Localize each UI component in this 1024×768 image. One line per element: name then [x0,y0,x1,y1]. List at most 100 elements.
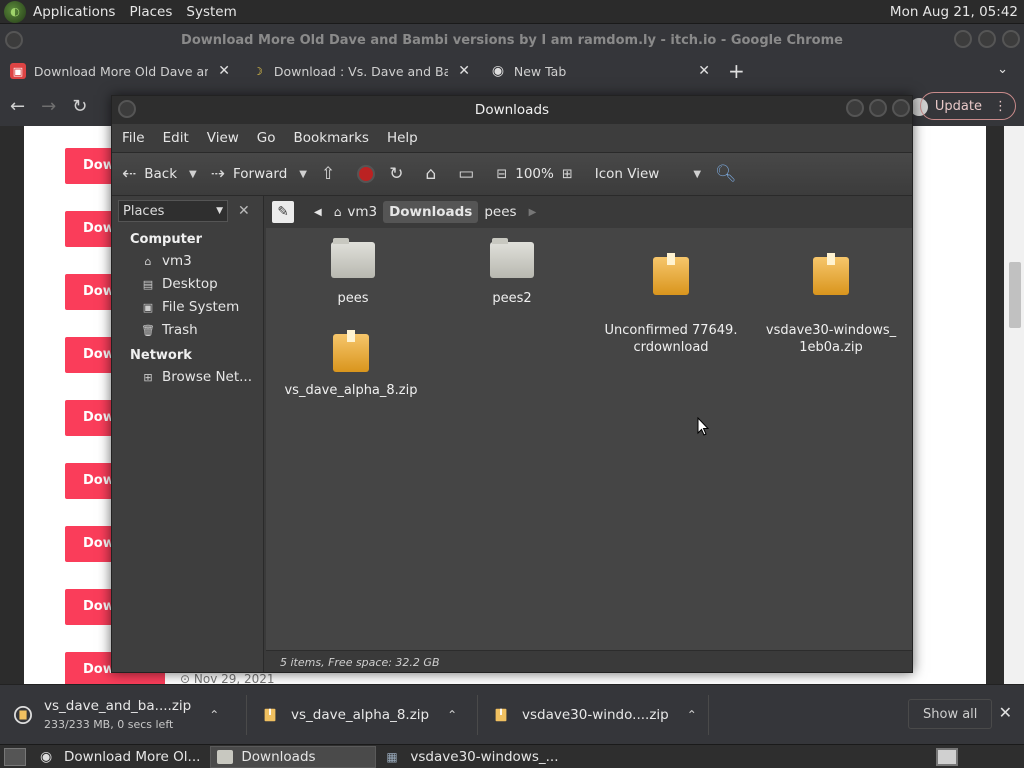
path-segment-downloads[interactable]: Downloads [383,201,479,223]
desktop-folder-icon: ▤ [142,277,154,291]
search-button[interactable]: 🔍︎ [715,164,745,184]
download-item[interactable]: vsdave30-windo....zip ⌃ [478,685,698,745]
back-arrow-icon[interactable]: ← [10,96,25,117]
drive-icon: ▣ [142,300,154,314]
applications-menu[interactable]: Applications [26,4,122,20]
menu-help[interactable]: Help [381,130,424,146]
file-item-pees2[interactable]: pees2 [437,238,587,307]
zoom-control[interactable]: ⊟ 100% ⊞ [496,166,580,182]
close-shelf-icon[interactable]: ✕ [999,703,1012,722]
sidebar-item-desktop[interactable]: ▤ Desktop [112,273,263,296]
path-scroll-left-icon[interactable]: ◀ [308,201,328,223]
tab-download-vs-dave[interactable]: ☽ Download : Vs. Dave and Bamb ✕ [240,56,480,86]
sidebar-item-browse-network[interactable]: ⊞ Browse Net... [112,366,263,389]
fm-minimize-button[interactable] [846,99,864,117]
zoom-out-icon[interactable]: ⊟ [496,167,507,182]
path-segment-vm3[interactable]: ⌂ vm3 [328,201,383,223]
path-segment-pees[interactable]: pees [478,201,522,223]
zoom-in-icon[interactable]: ⊞ [562,167,573,182]
fm-close-button[interactable] [892,99,910,117]
chevron-up-icon[interactable]: ⌃ [209,708,219,722]
path-scroll-right-icon[interactable]: ▶ [523,201,543,223]
fm-title: Downloads [474,102,550,118]
menu-edit[interactable]: Edit [157,130,195,146]
sidebar-item-trash[interactable]: 🗑︎ Trash [112,319,263,342]
close-window-button[interactable] [1002,30,1020,48]
taskbar-item-downloads[interactable]: Downloads [210,745,377,768]
sidebar-item-label: Browse Net... [162,369,253,385]
reload-button[interactable]: ↻ [389,164,411,184]
chrome-menu-icon[interactable]: ⋮ [994,99,1007,114]
up-button[interactable]: ⇧ [321,164,343,184]
show-all-button[interactable]: Show all [908,699,993,729]
menu-view[interactable]: View [201,130,245,146]
taskbar-item-archive[interactable]: ▦ vsdave30-windows_... [380,746,564,768]
scrollbar-thumb[interactable] [1009,262,1021,328]
forward-button[interactable]: ⇢ Forward ▼ [211,164,307,184]
sidebar-item-file-system[interactable]: ▣ File System [112,296,263,319]
new-tab-button[interactable]: + [728,59,745,83]
download-item[interactable]: vs_dave_alpha_8.zip ⌃ [247,685,467,745]
file-icon-view[interactable]: pees pees2 Unconfirmed 77649. crdownload… [266,228,912,650]
chrome-window-title: Download More Old Dave and Bambi version… [181,32,843,48]
chevron-up-icon[interactable]: ⌃ [447,708,457,722]
menu-go[interactable]: Go [251,130,282,146]
view-mode-select[interactable]: Icon View ▼ [595,166,701,182]
sidebar-type-select[interactable]: Places ▼ [118,200,228,222]
sidebar-item-label: Trash [162,322,198,338]
taskbar-item-chrome[interactable]: ◉ Download More Ol... [34,746,206,768]
computer-button[interactable]: ▭ [458,164,482,184]
reload-icon[interactable]: ↻ [72,96,87,117]
forward-history-dropdown-icon[interactable]: ▼ [299,169,307,180]
minimize-button[interactable] [954,30,972,48]
update-button[interactable]: Update ⋮ [919,92,1016,120]
fm-menubar: File Edit View Go Bookmarks Help [112,124,912,152]
sidebar-item-vm3[interactable]: ⌂ vm3 [112,250,263,273]
system-menu[interactable]: System [179,4,243,20]
file-item-pees[interactable]: pees [278,238,428,307]
folder-icon [331,238,375,282]
bottom-taskbar: ◉ Download More Ol... Downloads ▦ vsdave… [0,744,1024,768]
close-tab-icon[interactable]: ✕ [698,63,710,79]
computer-icon: ▭ [458,164,475,184]
fm-toolbar: ⇠ Back ▼ ⇢ Forward ▼ ⇧ ↻ ⌂ ▭ ⊟ 100% ⊞ Ic… [112,152,912,196]
close-sidebar-icon[interactable]: ✕ [238,203,250,219]
up-arrow-icon: ⇧ [320,164,336,184]
package-icon [809,253,853,297]
tab-label: Download : Vs. Dave and Bamb [273,63,449,79]
maximize-button[interactable] [978,30,996,48]
distro-logo-icon[interactable]: ◐ [4,0,26,23]
date-text: Nov 29, 2021 [193,672,275,684]
tab-search-dropdown-icon[interactable]: ⌄ [997,62,1008,77]
places-sidebar: Places ▼ ✕ Computer ⌂ vm3 ▤ Desktop ▣ Fi… [112,196,264,672]
home-button[interactable]: ⌂ [425,164,444,184]
forward-arrow-icon[interactable]: → [41,96,56,117]
chevron-up-icon[interactable]: ⌃ [687,708,697,722]
stop-button[interactable] [357,165,376,183]
back-history-dropdown-icon[interactable]: ▼ [189,169,197,180]
back-icon: ⇠ [122,164,137,184]
workspace-switcher[interactable] [936,748,958,766]
show-desktop-icon[interactable] [4,747,26,766]
file-item-vsdave30-zip[interactable]: vsdave30-windows_ 1eb0a.zip [756,238,906,373]
download-item[interactable]: vs_dave_and_ba....zip 233/233 MB, 0 secs… [0,685,236,745]
menu-file[interactable]: File [116,130,151,146]
fm-statusbar: 5 items, Free space: 32.2 GB [266,650,912,672]
menu-bookmarks[interactable]: Bookmarks [288,130,375,146]
page-scrollbar[interactable] [1004,126,1024,684]
fm-maximize-button[interactable] [869,99,887,117]
edit-location-icon[interactable]: ✎ [272,201,294,223]
close-tab-icon[interactable]: ✕ [458,63,470,79]
close-tab-icon[interactable]: ✕ [218,63,230,79]
fm-window-menu-button[interactable] [118,100,136,118]
fm-body: Places ▼ ✕ Computer ⌂ vm3 ▤ Desktop ▣ Fi… [112,196,912,672]
file-item-unconfirmed-crdownload[interactable]: Unconfirmed 77649. crdownload [596,238,746,373]
sidebar-section-computer: Computer [130,232,203,247]
file-item-vs-dave-alpha-8-zip[interactable]: vs_dave_alpha_8.zip [276,330,426,399]
window-menu-button[interactable] [5,31,23,49]
places-menu[interactable]: Places [122,4,179,20]
panel-clock[interactable]: Mon Aug 21, 05:42 [890,4,1024,20]
tab-new-tab[interactable]: ◉ New Tab ✕ [480,56,720,86]
tab-itchio[interactable]: ▣ Download More Old Dave and ✕ [0,56,240,86]
back-button[interactable]: ⇠ Back ▼ [122,164,197,184]
